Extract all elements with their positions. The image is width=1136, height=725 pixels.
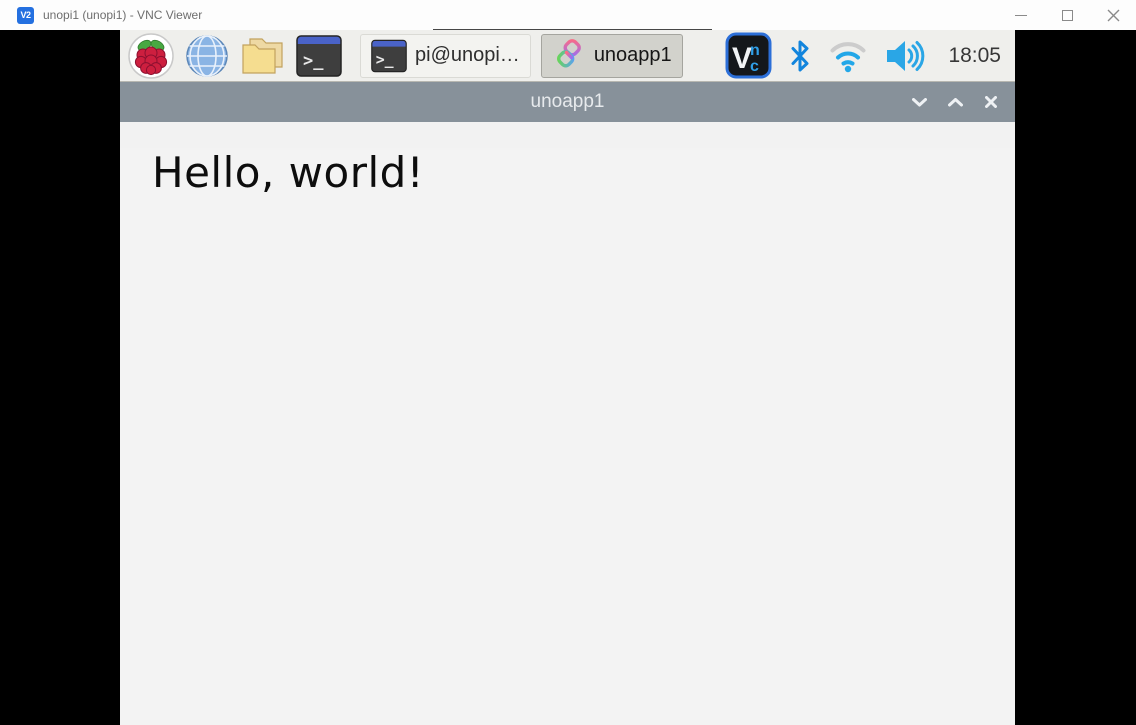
task-label: unoapp1 bbox=[594, 44, 672, 67]
wifi-icon bbox=[828, 38, 868, 73]
system-tray: V n c bbox=[725, 32, 1001, 79]
bluetooth-icon bbox=[788, 38, 812, 74]
folder-icon bbox=[240, 36, 286, 76]
minimize-button[interactable] bbox=[998, 0, 1044, 30]
vnc-icon: V n c bbox=[725, 32, 772, 79]
taskbar-clock[interactable]: 18:05 bbox=[948, 44, 1001, 68]
svg-text:n: n bbox=[750, 42, 760, 59]
svg-text:c: c bbox=[750, 58, 759, 75]
close-icon bbox=[1107, 9, 1120, 22]
vnc-viewer-titlebar[interactable]: V2 unopi1 (unopi1) - VNC Viewer bbox=[0, 0, 1136, 30]
maximize-icon bbox=[1062, 10, 1073, 21]
uno-platform-icon bbox=[552, 39, 586, 73]
unoapp1-content: Hello, world! bbox=[120, 148, 1015, 725]
svg-text:>_: >_ bbox=[303, 51, 324, 71]
unoapp1-titlebar[interactable]: unoapp1 bbox=[120, 82, 1015, 122]
web-browser-button[interactable] bbox=[182, 32, 232, 80]
unoapp1-window-title: unoapp1 bbox=[531, 91, 605, 113]
globe-icon bbox=[185, 34, 229, 78]
chevron-down-icon bbox=[912, 98, 927, 107]
raspberry-icon bbox=[128, 33, 174, 79]
volume-icon bbox=[884, 39, 926, 73]
unoapp1-minimize-button[interactable] bbox=[909, 92, 929, 112]
terminal-launcher-button[interactable]: >_ bbox=[294, 32, 344, 80]
minimize-icon bbox=[1015, 15, 1027, 16]
unoapp1-maximize-button[interactable] bbox=[945, 92, 965, 112]
menu-button[interactable] bbox=[126, 32, 176, 80]
task-label: pi@unopi… bbox=[415, 44, 520, 67]
svg-text:V: V bbox=[732, 42, 752, 75]
svg-text:>_: >_ bbox=[376, 50, 394, 68]
terminal-icon: >_ bbox=[296, 35, 342, 77]
unoapp1-close-button[interactable] bbox=[981, 92, 1001, 112]
window-controls bbox=[998, 0, 1136, 30]
maximize-button[interactable] bbox=[1044, 0, 1090, 30]
remote-desktop-screen: >_ >_ pi@unopi… bbox=[120, 30, 1015, 700]
close-icon bbox=[985, 96, 997, 108]
chevron-up-icon bbox=[948, 98, 963, 107]
vnc-server-tray-button[interactable]: V n c bbox=[725, 32, 772, 79]
vnc-viewer-window-title: unopi1 (unopi1) - VNC Viewer bbox=[43, 8, 202, 22]
unoapp1-window-controls bbox=[909, 82, 1001, 122]
bluetooth-tray-button[interactable] bbox=[788, 38, 812, 74]
unoapp1-window: unoapp1 Hel bbox=[120, 82, 1015, 725]
vnc-viewer-logo-icon: V2 bbox=[17, 7, 34, 24]
terminal-icon: >_ bbox=[371, 39, 407, 73]
hello-world-text: Hello, world! bbox=[152, 148, 1015, 197]
pi-taskbar: >_ >_ pi@unopi… bbox=[120, 30, 1015, 82]
task-button-unoapp1[interactable]: unoapp1 bbox=[541, 34, 683, 78]
file-manager-button[interactable] bbox=[238, 32, 288, 80]
vnc-viewer-window: { "vnc_viewer": { "window_title": "unopi… bbox=[0, 0, 1136, 703]
volume-tray-button[interactable] bbox=[884, 39, 926, 73]
close-button[interactable] bbox=[1090, 0, 1136, 30]
wifi-tray-button[interactable] bbox=[828, 38, 868, 73]
task-button-terminal[interactable]: >_ pi@unopi… bbox=[360, 34, 531, 78]
